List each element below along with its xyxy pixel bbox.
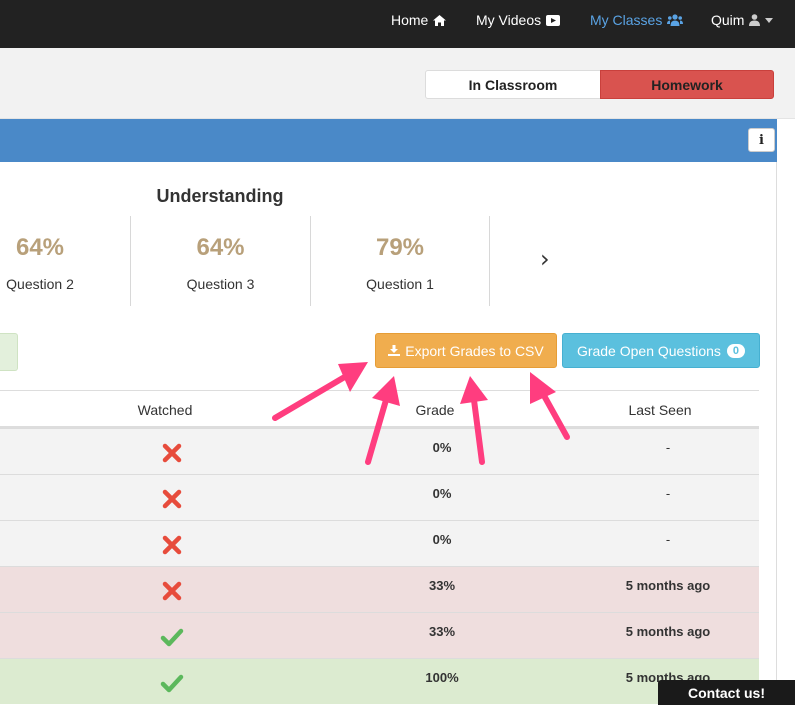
download-icon [388,345,401,356]
grade-cell: 0% [432,486,452,501]
nav-user-name: Quim [711,12,745,28]
table-row[interactable]: 33% 5 months ago [0,566,759,612]
cross-icon [162,443,182,463]
grade-cell: 100% [425,670,459,685]
top-navbar: Home My Videos My Classes Quim [0,0,795,48]
column-header-grade[interactable]: Grade [400,402,470,418]
check-icon [160,674,184,693]
table-header: Watched Grade Last Seen [0,390,759,428]
chevron-right-icon[interactable]: › [540,245,550,273]
users-icon [667,14,684,26]
home-icon [433,14,447,26]
column-header-last-seen[interactable]: Last Seen [600,402,720,418]
question-label: Question 2 [6,276,74,292]
toolbar-band: In Classroom Homework [0,48,795,119]
contact-us-button[interactable]: Contact us! [658,680,795,705]
export-grades-csv-label: Export Grades to CSV [405,342,544,359]
in-classroom-toggle[interactable]: In Classroom [425,70,601,99]
last-seen-cell: - [665,532,671,547]
question-stat[interactable]: 79% Question 1 [311,216,489,306]
nav-user-menu[interactable]: Quim [711,12,774,28]
nav-my-videos[interactable]: My Videos [476,12,561,28]
last-seen-cell: - [665,486,671,501]
grade-open-questions-label: Grade Open Questions [576,342,721,359]
check-icon [160,628,184,647]
export-grades-csv-button[interactable]: Export Grades to CSV [375,333,557,368]
last-seen-cell: 5 months ago [625,624,711,639]
count-badge: 0 [726,343,746,358]
question-percent: 64% [15,234,65,261]
caret-down-icon [765,17,774,23]
cross-icon [162,535,182,555]
question-label: Question 1 [366,276,434,292]
table-row[interactable]: 0% - [0,520,759,566]
nav-home-label: Home [391,12,429,28]
question-percent: 79% [375,234,425,261]
understanding-title: Understanding [156,186,284,206]
divider [489,216,490,306]
last-seen-cell: 5 months ago [625,578,711,593]
panel-header [0,119,777,162]
table-row[interactable]: 100% 5 months ago [0,658,759,704]
status-box [0,333,18,371]
table-row[interactable]: 0% - [0,474,759,520]
nav-my-classes-label: My Classes [590,12,663,28]
grade-cell: 33% [428,578,456,593]
question-label: Question 3 [186,276,255,292]
nav-home[interactable]: Home [391,12,447,28]
grade-open-questions-button[interactable]: Grade Open Questions 0 [562,333,760,368]
user-icon [749,14,761,26]
last-seen-cell: - [665,440,671,455]
question-percent: 64% [196,234,245,261]
table-row[interactable]: 33% 5 months ago [0,612,759,658]
nav-my-classes[interactable]: My Classes [590,12,684,28]
cross-icon [162,489,182,509]
table-row[interactable]: 0% - [0,428,759,474]
column-header-watched[interactable]: Watched [120,402,210,418]
grade-cell: 0% [432,440,452,455]
video-icon [546,14,561,26]
question-stat[interactable]: 64% Question 2 [0,216,80,306]
info-button[interactable]: i [748,128,775,152]
grade-cell: 0% [432,532,452,547]
question-stat[interactable]: 64% Question 3 [131,216,310,306]
nav-my-videos-label: My Videos [476,12,542,28]
grade-cell: 33% [428,624,456,639]
homework-toggle[interactable]: Homework [600,70,774,99]
cross-icon [162,581,182,601]
